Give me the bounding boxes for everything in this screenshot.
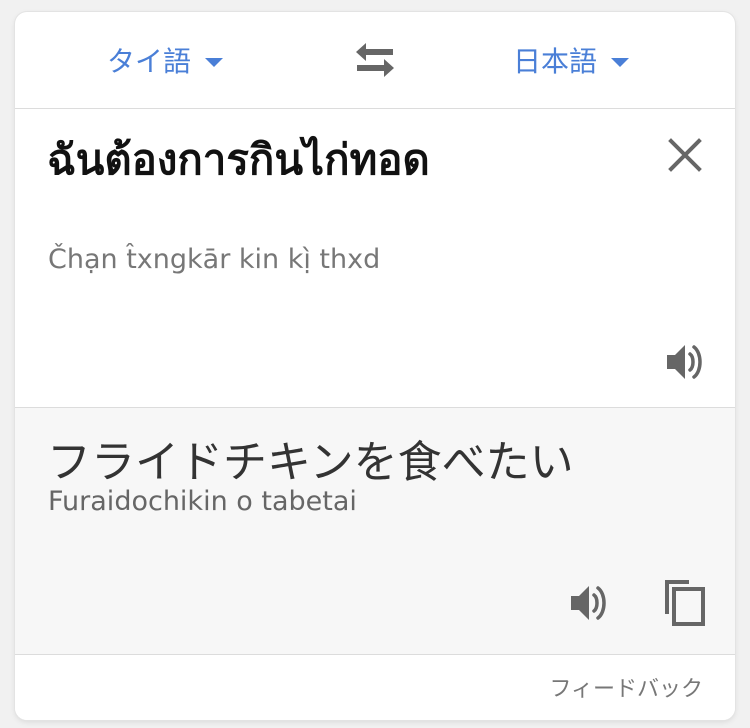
source-transliteration: Čhạn t̂xngkār kin kị̀ thxd — [48, 244, 381, 275]
translation-text: フライドチキンを食べたい — [47, 437, 574, 488]
copy-translation-button[interactable] — [659, 576, 709, 628]
close-icon — [668, 138, 702, 172]
translation-result-area: フライドチキンを食べたい Furaidochikin o tabetai — [15, 408, 735, 655]
translate-card: タイ語 日本語 ฉันต้องการกินไก่ทอด Čhạn t̂xngkā… — [15, 12, 735, 720]
copy-icon — [665, 580, 705, 626]
clear-button[interactable] — [667, 137, 703, 173]
listen-translation-button[interactable] — [567, 580, 613, 626]
chevron-down-icon — [205, 57, 224, 67]
speaker-icon — [667, 345, 702, 379]
target-language-label: 日本語 — [513, 45, 598, 78]
speaker-icon — [571, 586, 606, 620]
source-text-area[interactable]: ฉันต้องการกินไก่ทอด Čhạn t̂xngkār kin kị… — [15, 109, 735, 408]
feedback-link[interactable]: フィードバック — [549, 671, 703, 703]
translation-transliteration: Furaidochikin o tabetai — [48, 486, 357, 517]
chevron-down-icon — [611, 57, 630, 67]
language-bar: タイ語 日本語 — [15, 12, 735, 109]
swap-languages-icon — [356, 43, 394, 77]
target-language-selector[interactable]: 日本語 — [513, 40, 630, 80]
card-footer: フィードバック — [15, 655, 735, 720]
listen-source-button[interactable] — [663, 339, 709, 385]
source-language-selector[interactable]: タイ語 — [107, 40, 224, 80]
source-language-label: タイ語 — [107, 45, 192, 78]
swap-languages-button[interactable] — [353, 40, 397, 80]
source-text[interactable]: ฉันต้องการกินไก่ทอด — [47, 127, 430, 193]
